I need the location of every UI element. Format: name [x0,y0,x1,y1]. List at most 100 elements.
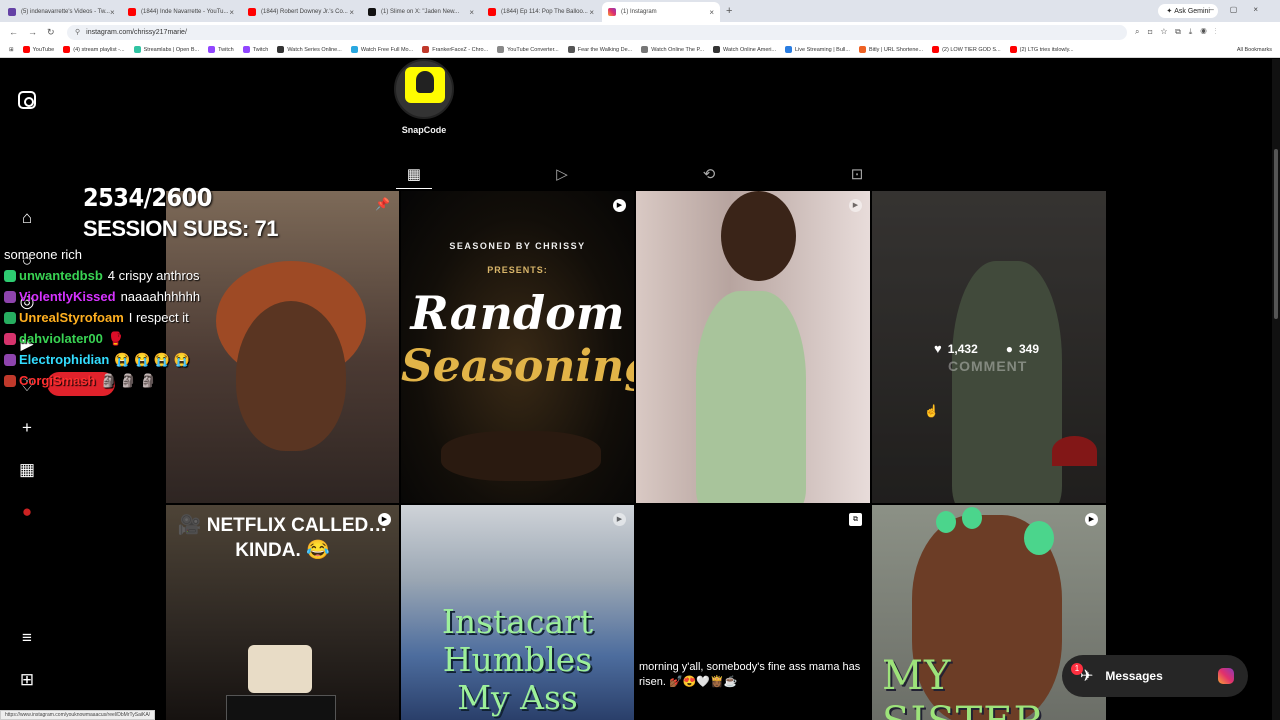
address-row: ← → ↻ ⚲ instagram.com/chrissy217marie/ ⌕… [0,22,1280,42]
bookmark-favicon-icon [22,46,30,53]
browser-toolbar-icons[interactable]: ⌕⊡☆⧉⤓◉⋮ [1135,27,1225,37]
youtube-favicon-icon [128,8,136,16]
bookmark-item[interactable]: (2) LTG tries itslowly... [1009,46,1074,53]
snapcode-highlight-cover [394,59,454,119]
post-title: Seasoning [401,341,634,392]
new-tab-icon[interactable]: + [726,5,732,17]
bookmark-item[interactable]: Live Streaming | Bull... [785,46,850,53]
snapcode-photo [416,71,434,93]
stream-chat-overlay: someone rich unwantedbsb 4 crispy anthros V… [4,244,304,391]
browser-tab[interactable]: (1844) Robert Downey Jr.'s Co... × [242,2,360,22]
all-bookmarks-button[interactable]: All Bookmarks [1237,47,1272,53]
home-icon[interactable]: ⌂ [18,209,36,227]
tab-title: (1) Slime on X: "Jaden New... [381,9,460,15]
tab-reposts-icon[interactable]: ⟲ [699,165,719,183]
browser-tab[interactable]: (1844) Ep 114: Pop The Balloo... × [482,2,600,22]
youtube-favicon-icon [248,8,256,16]
instagram-logo-icon[interactable] [18,91,36,109]
chat-badge-icon [4,269,16,282]
browser-tab[interactable]: (1) Slime on X: "Jaden New... × [362,2,480,22]
tab-title: (1844) Ep 114: Pop The Balloo... [501,9,588,15]
post-stats: ♥ 1,432 ● 349 [934,341,1039,356]
ask-gemini-label: Ask Gemini [1174,7,1210,15]
tab-reels-icon[interactable]: ▷ [552,165,572,183]
chat-badge-icon [4,353,16,366]
chat-username: CorgiSmash [19,373,96,388]
bookmark-favicon-icon [1009,46,1017,53]
tab-posts-grid-icon[interactable]: ▦ [404,165,424,183]
comment-bubble-icon: ● [1005,341,1013,356]
more-menu-icon[interactable]: ≡ [18,629,36,647]
bookmark-item[interactable]: (4) stream playlist -... [63,46,125,53]
apps-icon[interactable]: ⊞ [9,47,14,53]
close-tab-icon[interactable]: × [349,8,354,17]
tab-tagged-icon[interactable]: ⊡ [847,165,867,183]
create-plus-icon[interactable]: + [18,419,36,437]
also-from-meta-icon[interactable]: ⊞ [18,671,36,689]
close-tab-icon[interactable]: × [589,8,594,17]
twitch-favicon-icon [8,8,16,16]
reel-icon: ▶ [1085,513,1098,526]
bookmark-label: YouTube Converter... [507,46,559,53]
browser-tab[interactable]: (5) indenavarrette's Videos - Tw... × [2,2,120,22]
bookmark-item[interactable]: Twitch [208,46,234,53]
address-bar[interactable]: ⚲ instagram.com/chrissy217marie/ [67,24,1127,40]
bookmark-label: Twitch [252,46,269,53]
chat-message: ViolentlyKissed naaaahhhhhh [4,286,304,307]
post-tile[interactable]: ▶ [636,191,870,503]
bookmark-item[interactable]: Watch Series Online... [277,46,342,53]
post-caption: 🎥 NETFLIX CALLED… KINDA. 😂 [177,515,388,561]
sub-goal-counter: 2534/2600 [83,183,212,212]
forward-icon[interactable]: → [28,27,38,37]
bookmark-item[interactable]: YouTube [22,46,54,53]
reload-icon[interactable]: ↻ [47,27,57,38]
close-tab-icon[interactable]: × [229,8,234,17]
bookmark-item[interactable]: YouTube Converter... [497,46,559,53]
close-tab-icon[interactable]: × [709,8,714,17]
session-subs: SESSION SUBS: 71 [83,216,278,241]
bookmark-item[interactable]: Twitch [242,46,269,53]
post-image [248,645,312,693]
bookmark-item[interactable]: (2) LOW TIER GOD S... [932,46,1001,53]
site-info-icon[interactable]: ⚲ [75,28,80,36]
post-tile[interactable]: Instacart HumblesMy Ass everyday! ▶ [401,505,634,720]
browser-tab-active[interactable]: (1) Instagram × [602,2,720,22]
bookmark-item[interactable]: Watch Online Ameri... [713,46,776,53]
close-tab-icon[interactable]: × [469,8,474,17]
post-tile-hovered[interactable]: ♥ 1,432 ● 349 COMMENT ☝ [872,191,1106,503]
bookmark-favicon-icon [350,46,358,53]
close-tab-icon[interactable]: × [110,8,115,17]
post-image [721,191,796,281]
bookmark-label: Watch Free Full Mo... [360,46,414,53]
highlight-snapcode[interactable]: SnapCode [394,59,454,135]
tab-title: (5) indenavarrette's Videos - Tw... [21,9,110,15]
chat-message: unwantedbsb 4 crispy anthros [4,265,304,286]
window-controls[interactable]: –▢× [1209,5,1274,14]
profile-avatar[interactable]: ● [18,503,36,521]
chat-text: 🥊 [107,330,125,346]
post-tile[interactable]: SEASONED BY CHRISSY PRESENTS: Random Sea… [401,191,634,503]
post-image [696,291,806,503]
dashboard-icon[interactable]: ▦ [18,461,36,479]
page-scrollbar[interactable] [1272,59,1280,720]
bookmark-item[interactable]: Watch Free Full Mo... [350,46,414,53]
chat-message: dahviolater00 🥊 [4,328,304,349]
post-tile[interactable]: morning y'all, somebody's fine ass mama … [636,505,870,720]
bookmark-item[interactable]: Fear the Walking De... [567,46,632,53]
bookmark-item[interactable]: Bitly | URL Shortene... [858,46,923,53]
url-text: instagram.com/chrissy217marie/ [86,28,187,36]
bookmark-item[interactable]: FrankerFaceZ - Chro... [422,46,488,53]
chat-username: unwantedbsb [19,268,103,283]
chat-badge-icon [4,311,16,324]
scrollbar-thumb[interactable] [1274,149,1278,319]
chat-text: someone rich [4,247,83,262]
browser-tab[interactable]: (1844) Inde Navarrette - YouTu... × [122,2,240,22]
post-tile[interactable]: 🎥 NETFLIX CALLED… KINDA. 😂 ▶ [166,505,399,720]
back-icon[interactable]: ← [9,27,19,37]
status-bar-url: https://www.instagram.com/youknowmaaacus… [0,710,156,720]
bookmark-item[interactable]: Watch Online The P... [641,46,704,53]
bookmark-favicon-icon [567,46,575,53]
bookmark-item[interactable]: Streamlabs | Open B... [133,46,199,53]
messages-button[interactable]: ✈ 1 Messages [1062,655,1248,697]
bookmark-favicon-icon [713,46,721,53]
